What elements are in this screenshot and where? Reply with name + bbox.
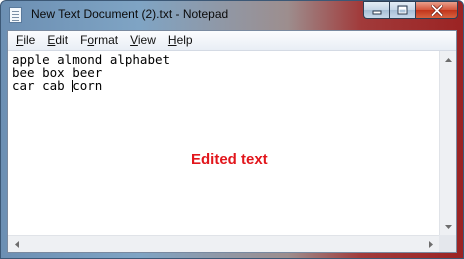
menu-format[interactable]: Format [74, 31, 124, 50]
notepad-window: New Text Document (2).txt - Notepad File… [0, 0, 464, 259]
scroll-down-arrow-icon [444, 224, 452, 229]
scroll-left-arrow-icon [14, 240, 19, 248]
close-button[interactable] [415, 1, 458, 19]
text-editor[interactable]: apple almond alphabet bee box beer car c… [8, 51, 439, 235]
menu-help[interactable]: Help [162, 31, 199, 50]
editor-line-3-after: corn [72, 78, 103, 93]
close-icon [430, 4, 443, 16]
client-area: File Edit Format View Help apple almond … [7, 30, 457, 253]
menu-file[interactable]: File [8, 31, 41, 50]
menu-format-rest: rmat [94, 33, 119, 47]
menu-view[interactable]: View [124, 31, 162, 50]
editor-text: apple almond alphabet bee box beer car c… [12, 53, 170, 92]
scrollbar-corner [439, 235, 456, 252]
maximize-button[interactable] [389, 1, 415, 19]
editor-line-3-before: car cab [12, 78, 73, 93]
scroll-right-button[interactable] [422, 236, 439, 252]
menu-edit[interactable]: Edit [41, 31, 74, 50]
scroll-up-arrow-icon [444, 57, 452, 62]
scroll-down-button[interactable] [440, 218, 456, 235]
vertical-scrollbar[interactable] [439, 51, 456, 235]
scroll-up-button[interactable] [440, 51, 456, 68]
scroll-left-button[interactable] [8, 236, 25, 252]
minimize-button[interactable] [363, 1, 389, 19]
title-bar[interactable]: New Text Document (2).txt - Notepad [1, 1, 463, 29]
menu-bar: File Edit Format View Help [8, 31, 456, 51]
maximize-icon [397, 5, 408, 15]
edited-text-annotation: Edited text [191, 151, 268, 168]
minimize-icon [372, 10, 381, 15]
caption-buttons [363, 1, 458, 20]
notepad-app-icon[interactable] [9, 7, 22, 23]
scroll-right-arrow-icon [428, 240, 433, 248]
horizontal-scrollbar[interactable] [8, 235, 439, 252]
window-title: New Text Document (2).txt - Notepad [31, 7, 229, 21]
